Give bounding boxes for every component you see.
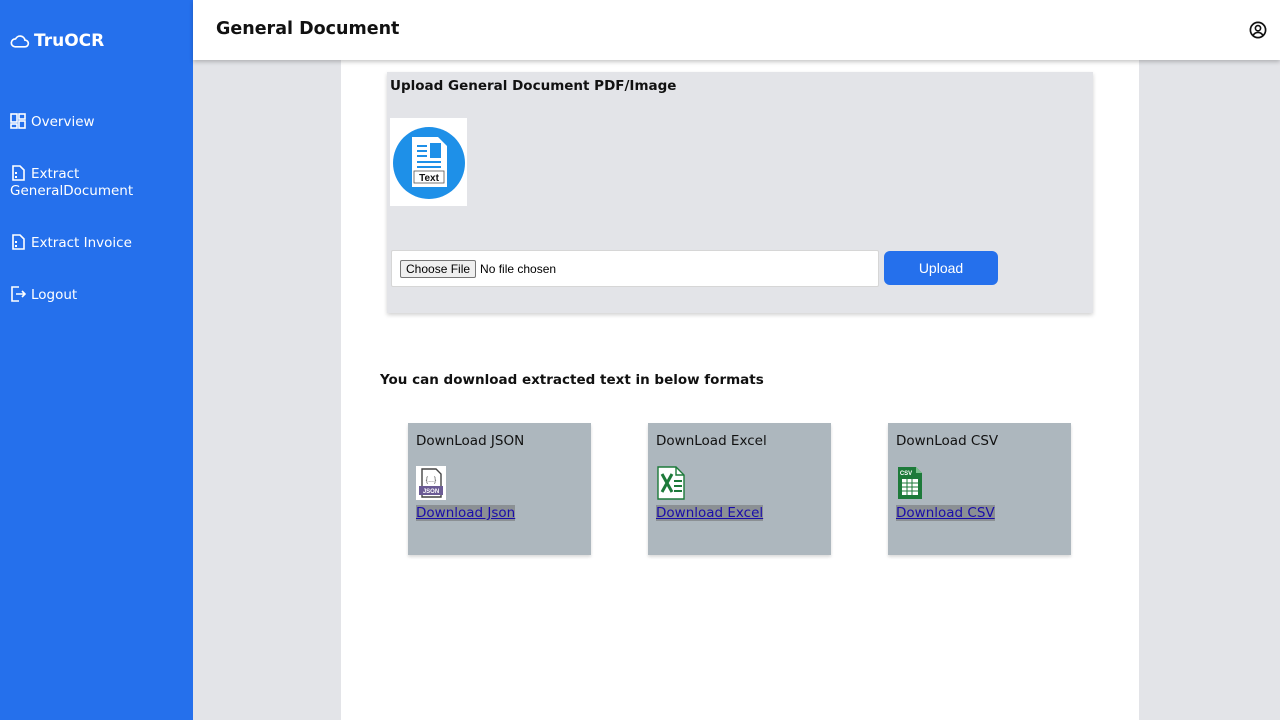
download-csv-link[interactable]: Download CSV [896, 505, 995, 521]
json-file-icon: {...} JSON [416, 466, 446, 500]
cloud-icon [10, 35, 30, 48]
card-title: DownLoad CSV [896, 433, 999, 449]
brand[interactable]: TruOCR [10, 31, 104, 51]
excel-file-icon [657, 466, 685, 500]
thumbnail-text: Text [419, 173, 439, 184]
main-panel: Upload General Document PDF/Image Text C… [341, 60, 1139, 720]
logout-icon [11, 286, 26, 302]
upload-button[interactable]: Upload [884, 251, 998, 285]
document-thumbnail: Text [390, 118, 467, 206]
text-document-icon: Text [392, 127, 465, 199]
sidebar-item-label: Extract Invoice [31, 235, 132, 251]
download-card-excel: DownLoad Excel Download Excel [648, 423, 831, 555]
file-status: No file chosen [480, 261, 557, 276]
choose-file-button[interactable]: Choose File [400, 259, 477, 278]
sidebar-item-label: Extract GeneralDocument [10, 166, 134, 199]
brand-name: TruOCR [34, 31, 105, 51]
svg-text:JSON: JSON [423, 489, 439, 495]
svg-text:CSV: CSV [900, 471, 912, 477]
page-title: General Document [216, 19, 400, 39]
card-title: DownLoad JSON [416, 433, 525, 449]
sidebar-item-overview[interactable]: Overview [10, 113, 185, 131]
dashboard-icon [10, 113, 26, 129]
document-icon [12, 234, 25, 250]
header: General Document [193, 0, 1280, 60]
sidebar-item-label: Logout [31, 287, 78, 303]
download-excel-link[interactable]: Download Excel [656, 505, 764, 521]
card-title: DownLoad Excel [656, 433, 767, 449]
document-icon [12, 165, 25, 181]
upload-title: Upload General Document PDF/Image [390, 78, 677, 94]
sidebar-item-logout[interactable]: Logout [10, 286, 185, 304]
download-heading: You can download extracted text in below… [380, 372, 764, 388]
csv-file-icon: CSV [898, 467, 922, 499]
download-card-csv: DownLoad CSV CSV Download CSV [888, 423, 1071, 555]
sidebar-item-label: Overview [31, 114, 95, 130]
upload-section: Upload General Document PDF/Image Text C… [387, 72, 1093, 313]
download-card-json: DownLoad JSON {...} JSON Download Json [408, 423, 591, 555]
sidebar-item-extract-general-document[interactable]: Extract GeneralDocument [10, 165, 185, 200]
svg-text:{...}: {...} [426, 477, 437, 484]
sidebar-item-extract-invoice[interactable]: Extract Invoice [10, 234, 185, 252]
sidebar: TruOCR Overview Extract GeneralDocument … [0, 0, 193, 720]
download-json-link[interactable]: Download Json [416, 505, 516, 521]
user-circle-icon[interactable] [1249, 21, 1267, 39]
file-input[interactable]: Choose File No file chosen [391, 250, 879, 287]
